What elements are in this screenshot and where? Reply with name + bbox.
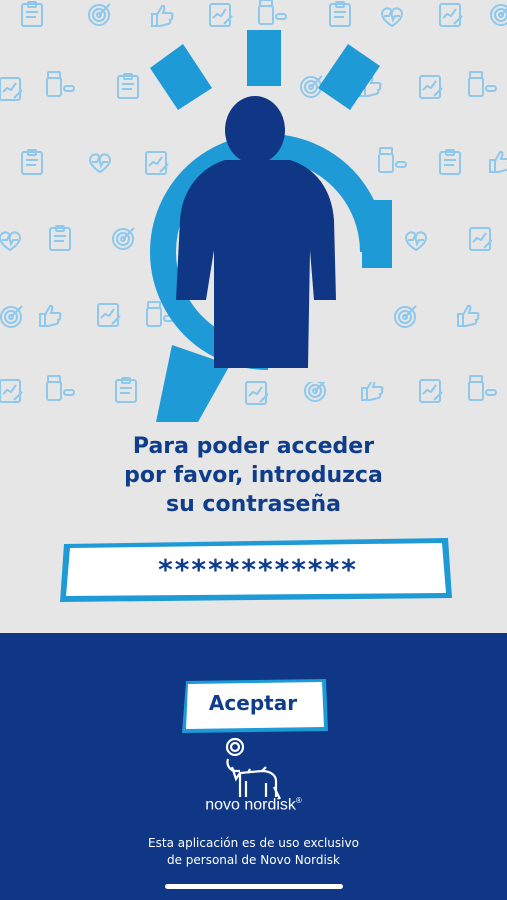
prompt-line-2: por favor, introduzca [124,463,383,488]
prompt-line-1: Para poder acceder [132,434,375,459]
password-input[interactable] [78,546,438,592]
registered-mark: ® [295,796,302,805]
prompt-line-3: su contraseña [166,492,341,517]
password-prompt: Para poder acceder por favor, introduzca… [0,432,507,519]
disclaimer-line-1: Esta aplicación es de uso exclusivo [148,836,359,850]
accept-button-label: Aceptar [208,691,298,715]
home-indicator[interactable] [165,884,343,889]
password-field-container [58,536,454,602]
ray-right-icon [318,44,380,110]
ray-left-icon [150,44,212,110]
disclaimer-line-2: de personal de Novo Nordisk [166,853,341,867]
usage-disclaimer: Esta aplicación es de uso exclusivo de p… [0,835,507,869]
brand-name: novo nordisk [205,796,296,814]
accept-button[interactable]: Aceptar [182,679,328,733]
login-screen: Para poder acceder por favor, introduzca… [0,0,507,633]
footer-panel: Aceptar novo nordisk® Esta aplicación es… [0,633,507,900]
hero-illustration [150,30,392,422]
ray-center-icon [247,30,281,86]
brand-wordmark: novo nordisk® [0,796,507,814]
